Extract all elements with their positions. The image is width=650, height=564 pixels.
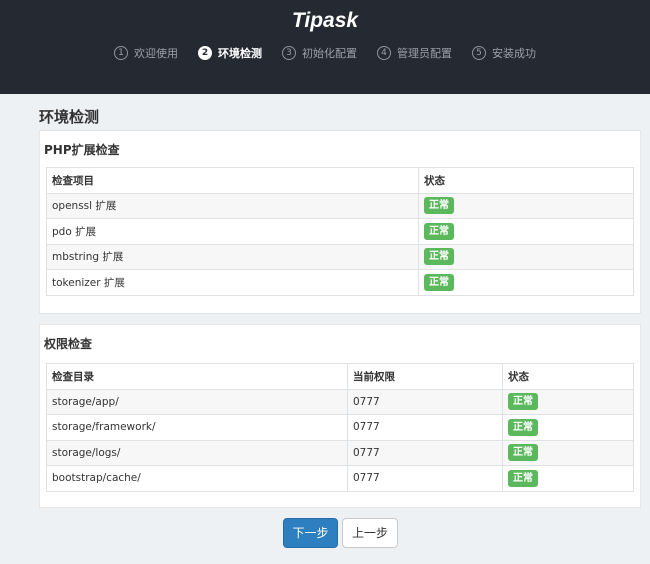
- dir-cell: storage/framework/: [46, 414, 348, 441]
- dir-cell: storage/logs/: [46, 439, 348, 466]
- status-cell: 正常: [418, 269, 634, 296]
- table-row: tokenizer 扩展 正常: [46, 269, 634, 296]
- step-welcome: 1 欢迎使用: [114, 45, 178, 61]
- perm-cell: 0777: [347, 465, 503, 492]
- table-row: bootstrap/cache/ 0777 正常: [46, 465, 634, 492]
- step-number: 3: [282, 46, 296, 60]
- status-cell: 正常: [502, 414, 634, 441]
- dir-cell: bootstrap/cache/: [46, 465, 348, 492]
- dir-cell: storage/app/: [46, 388, 348, 415]
- step-label: 欢迎使用: [134, 47, 178, 60]
- table-row: storage/logs/ 0777 正常: [46, 439, 634, 466]
- column-header: 检查项目: [46, 167, 419, 194]
- item-cell: openssl 扩展: [46, 192, 419, 219]
- table-row: pdo 扩展 正常: [46, 218, 634, 245]
- panel-title: 权限检查: [44, 337, 93, 351]
- perm-cell: 0777: [347, 439, 503, 466]
- table-header-row: 检查项目 状态: [46, 167, 634, 194]
- step-number: 4: [377, 46, 391, 60]
- status-cell: 正常: [502, 388, 634, 415]
- table-row: storage/app/ 0777 正常: [46, 388, 634, 415]
- step-label: 安装成功: [492, 47, 536, 60]
- php-extension-panel: PHP扩展检查 检查项目 状态 openssl 扩展 正常 pdo 扩展 正常 …: [39, 130, 641, 314]
- table-header-row: 检查目录 当前权限 状态: [46, 363, 634, 390]
- step-number: 5: [472, 46, 486, 60]
- column-header: 检查目录: [46, 363, 348, 390]
- step-number: 1: [114, 46, 128, 60]
- install-steps: 1 欢迎使用 2 环境检测 3 初始化配置 4 管理员配置 5 安装成功: [0, 45, 650, 61]
- perm-cell: 0777: [347, 414, 503, 441]
- status-cell: 正常: [418, 218, 634, 245]
- brand-logo: Tipask: [291, 9, 359, 32]
- column-header: 状态: [502, 363, 634, 390]
- next-step-button[interactable]: 下一步: [283, 518, 338, 548]
- status-badge: 正常: [424, 273, 454, 291]
- status-badge: 正常: [508, 469, 538, 487]
- permission-panel: 权限检查 检查目录 当前权限 状态 storage/app/ 0777 正常 s…: [39, 324, 641, 508]
- column-header: 当前权限: [347, 363, 503, 390]
- perm-cell: 0777: [347, 388, 503, 415]
- step-number: 2: [198, 46, 212, 60]
- table-row: storage/framework/ 0777 正常: [46, 414, 634, 441]
- step-init-config: 3 初始化配置: [282, 45, 357, 61]
- status-badge: 正常: [508, 444, 538, 462]
- top-header: Tipask 1 欢迎使用 2 环境检测 3 初始化配置 4 管理员配置 5 安…: [0, 0, 650, 94]
- status-cell: 正常: [502, 465, 634, 492]
- step-label: 环境检测: [218, 47, 262, 60]
- status-badge: 正常: [424, 197, 454, 215]
- main-content: 环境检测 PHP扩展检查 检查项目 状态 openssl 扩展 正常 pdo 扩…: [0, 94, 650, 564]
- item-cell: tokenizer 扩展: [46, 269, 419, 296]
- status-badge: 正常: [508, 418, 538, 436]
- item-cell: pdo 扩展: [46, 218, 419, 245]
- step-env-check: 2 环境检测: [198, 45, 262, 61]
- status-badge: 正常: [424, 248, 454, 266]
- status-cell: 正常: [418, 243, 634, 270]
- panel-title: PHP扩展检查: [44, 143, 120, 157]
- php-extension-table: 检查项目 状态 openssl 扩展 正常 pdo 扩展 正常 mbstring…: [46, 167, 634, 296]
- column-header: 状态: [418, 167, 634, 194]
- status-cell: 正常: [418, 192, 634, 219]
- step-label: 初始化配置: [302, 47, 357, 60]
- table-row: openssl 扩展 正常: [46, 192, 634, 219]
- permission-table: 检查目录 当前权限 状态 storage/app/ 0777 正常 storag…: [46, 363, 634, 492]
- step-label: 管理员配置: [397, 47, 452, 60]
- page-title: 环境检测: [39, 108, 100, 126]
- status-cell: 正常: [502, 439, 634, 466]
- prev-step-button[interactable]: 上一步: [342, 518, 398, 548]
- step-install-success: 5 安装成功: [472, 45, 536, 61]
- step-admin-config: 4 管理员配置: [377, 45, 452, 61]
- table-row: mbstring 扩展 正常: [46, 243, 634, 270]
- status-badge: 正常: [508, 393, 538, 411]
- status-badge: 正常: [424, 222, 454, 240]
- item-cell: mbstring 扩展: [46, 243, 419, 270]
